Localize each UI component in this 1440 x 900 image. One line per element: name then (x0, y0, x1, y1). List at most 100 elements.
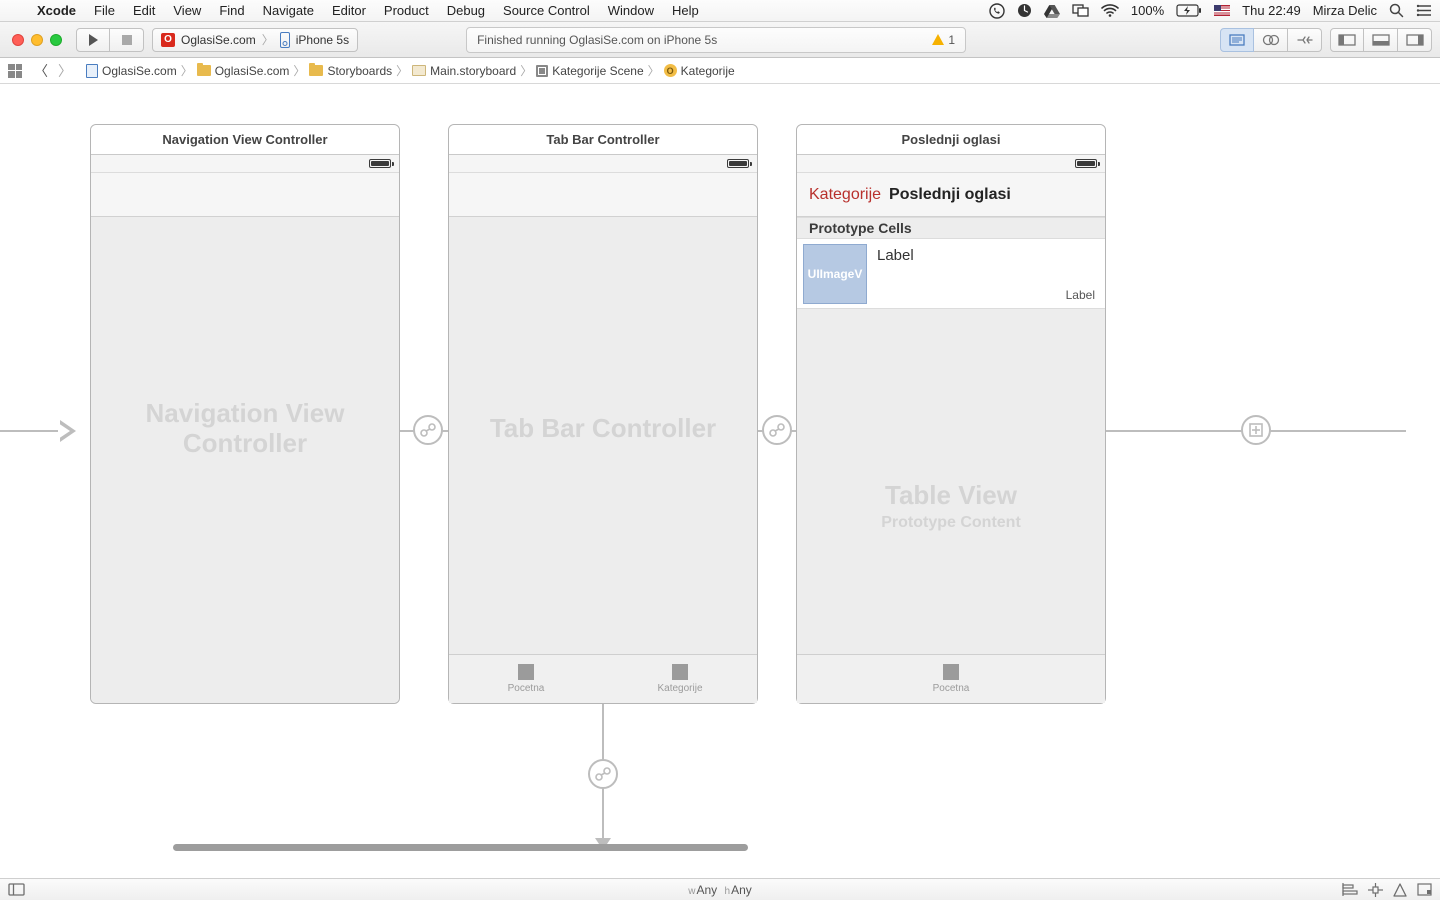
resizing-tool-button[interactable] (1417, 883, 1432, 897)
clock-text[interactable]: Thu 22:49 (1242, 3, 1301, 18)
prototype-cell[interactable]: UIImageV Label Label (797, 239, 1105, 309)
history-nav: 〈 〉 (30, 61, 76, 81)
battery-icon[interactable] (1176, 4, 1202, 17)
run-button[interactable] (76, 28, 110, 52)
menu-help[interactable]: Help (663, 3, 708, 18)
spotlight-icon[interactable] (1389, 3, 1404, 18)
navigator-toggle-button[interactable] (1330, 28, 1364, 52)
menu-navigate[interactable]: Navigate (254, 3, 323, 18)
segue-badge-icon[interactable] (413, 415, 443, 445)
segue-badge-icon[interactable] (762, 415, 792, 445)
tab-item-pocetna[interactable]: Pocetna (797, 655, 1105, 703)
placeholder-text: Navigation View Controller (91, 155, 399, 703)
cell-label-secondary[interactable]: Label (1066, 288, 1095, 302)
menu-debug[interactable]: Debug (438, 3, 494, 18)
tab-bar[interactable]: Pocetna (797, 654, 1105, 703)
displays-icon[interactable] (1072, 4, 1089, 18)
battery-percent: 100% (1131, 3, 1164, 18)
wifi-icon[interactable] (1101, 4, 1119, 17)
crumb-group[interactable]: OglasiSe.com (195, 64, 292, 78)
tab-item-pocetna[interactable]: Pocetna (449, 655, 603, 703)
tab-bar[interactable]: Pocetna Kategorije (449, 654, 757, 703)
horizontal-scrollbar[interactable] (173, 844, 748, 851)
stop-button[interactable] (110, 28, 144, 52)
activity-viewer[interactable]: Finished running OglasiSe.com on iPhone … (466, 27, 966, 53)
crumb-folder[interactable]: Storyboards (307, 64, 394, 78)
scheme-target: OglasiSe.com (181, 33, 256, 47)
scheme-selector[interactable]: O OglasiSe.com 〉 iPhone 5s (152, 28, 358, 52)
crumb-storyboard[interactable]: Main.storyboard (410, 64, 518, 78)
menu-view[interactable]: View (164, 3, 210, 18)
debug-area-toggle-button[interactable] (1364, 28, 1398, 52)
pin-tool-button[interactable] (1368, 883, 1383, 897)
chevron-right-icon: 〉 (262, 31, 274, 48)
menu-edit[interactable]: Edit (124, 3, 164, 18)
scene-title[interactable]: Poslednji oglasi (797, 125, 1105, 155)
status-bar (797, 155, 1105, 173)
menu-window[interactable]: Window (599, 3, 663, 18)
back-button[interactable]: 〈 (30, 61, 52, 81)
clock-widget-icon[interactable] (1017, 3, 1032, 18)
menu-editor[interactable]: Editor (323, 3, 375, 18)
assistant-editor-button[interactable] (1254, 28, 1288, 52)
scene-navigation-controller[interactable]: Navigation View Controller Navigation Vi… (90, 124, 400, 704)
crumb-label: Main.storyboard (430, 64, 516, 78)
forward-button[interactable]: 〉 (54, 61, 76, 81)
minimize-window-button[interactable] (31, 34, 43, 46)
outline-toggle-button[interactable] (8, 883, 25, 896)
editor-mode-segmented (1220, 28, 1322, 52)
utilities-toggle-button[interactable] (1398, 28, 1432, 52)
cell-label-primary[interactable]: Label (877, 247, 914, 264)
tab-icon (518, 664, 534, 680)
resolve-issues-button[interactable] (1393, 883, 1407, 897)
jump-bar: 〈 〉 OglasiSe.com 〉 OglasiSe.com 〉 Storyb… (0, 58, 1440, 84)
back-button-label[interactable]: Kategorije (809, 186, 881, 204)
ib-canvas[interactable]: Navigation View Controller Navigation Vi… (0, 84, 1440, 878)
menu-file[interactable]: File (85, 3, 124, 18)
navigation-bar[interactable]: Kategorije Poslednji oglasi (797, 173, 1105, 217)
initial-vc-arrow[interactable] (0, 416, 88, 446)
tab-label: Kategorije (657, 683, 702, 694)
crumb-object[interactable]: OKategorije (662, 64, 737, 78)
tab-item-kategorije[interactable]: Kategorije (603, 655, 757, 703)
nav-title[interactable]: Poslednji oglasi (889, 186, 1011, 204)
scene-title[interactable]: Tab Bar Controller (449, 125, 757, 155)
related-items-icon[interactable] (8, 64, 22, 78)
input-source-flag-icon[interactable] (1214, 5, 1230, 16)
issues-indicator[interactable]: 1 (932, 33, 955, 47)
segue-badge-icon[interactable] (1241, 415, 1271, 445)
menu-source-control[interactable]: Source Control (494, 3, 599, 18)
menu-product[interactable]: Product (375, 3, 438, 18)
scene-title[interactable]: Navigation View Controller (91, 125, 399, 155)
scene-tab-bar-controller[interactable]: Tab Bar Controller Tab Bar Controller Po… (448, 124, 758, 704)
macos-menubar: Xcode File Edit View Find Navigate Edito… (0, 0, 1440, 22)
zoom-window-button[interactable] (50, 34, 62, 46)
stop-icon (122, 35, 132, 45)
viber-icon[interactable] (989, 3, 1005, 19)
placeholder-text: Table View Prototype Content (797, 310, 1105, 703)
scene-poslednji-oglasi[interactable]: Poslednji oglasi Kategorije Poslednji og… (796, 124, 1106, 704)
app-menu[interactable]: Xcode (28, 3, 85, 18)
uiimageview-placeholder[interactable]: UIImageV (803, 244, 867, 304)
user-name[interactable]: Mirza Delic (1313, 3, 1377, 18)
tab-icon (943, 664, 959, 680)
placeholder-text: Tab Bar Controller (449, 155, 757, 703)
close-window-button[interactable] (12, 34, 24, 46)
standard-editor-button[interactable] (1220, 28, 1254, 52)
segue-badge-icon[interactable] (588, 759, 618, 789)
notification-center-icon[interactable] (1416, 4, 1432, 17)
google-drive-icon[interactable] (1044, 4, 1060, 18)
folder-icon (197, 65, 211, 76)
window-controls (8, 34, 68, 46)
crumb-label: Kategorije (681, 64, 735, 78)
align-tool-button[interactable] (1342, 883, 1358, 897)
tab-label: Pocetna (933, 683, 970, 694)
size-class-control[interactable]: wAny hAny (688, 883, 752, 897)
version-editor-button[interactable] (1288, 28, 1322, 52)
tab-icon (672, 664, 688, 680)
crumb-scene[interactable]: Kategorije Scene (534, 64, 645, 78)
xcode-toolbar: O OglasiSe.com 〉 iPhone 5s Finished runn… (0, 22, 1440, 58)
menu-find[interactable]: Find (210, 3, 253, 18)
activity-text: Finished running OglasiSe.com on iPhone … (477, 33, 717, 47)
crumb-project[interactable]: OglasiSe.com (84, 64, 179, 78)
